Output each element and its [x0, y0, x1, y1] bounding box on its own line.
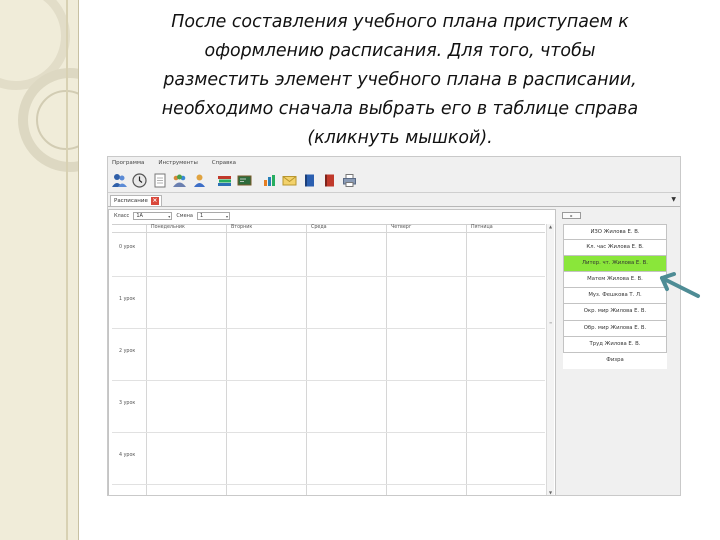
caption-line: необходимо сначала выбрать его в таблице…: [161, 99, 639, 119]
close-icon[interactable]: ×: [150, 197, 159, 205]
filter-bar: Класс 1А ▾ Смена 1 ▾: [109, 210, 555, 222]
caption-line: (кликнуть мышкой).: [307, 128, 493, 148]
app-window: Программа Инструменты Справка Расписание…: [107, 156, 681, 496]
clock-icon[interactable]: [131, 172, 148, 189]
books-icon[interactable]: [216, 172, 233, 189]
class-label: Класс: [114, 213, 130, 219]
chart-icon[interactable]: [261, 172, 278, 189]
row-divider: [112, 432, 545, 433]
column-divider: [386, 225, 387, 495]
day-header: Среда: [311, 225, 327, 230]
list-item[interactable]: Обр. мир Жилова Е. В.: [563, 320, 667, 337]
menu-tools[interactable]: Инструменты: [158, 160, 197, 166]
scroll-down-icon[interactable]: ▼: [547, 490, 554, 495]
person-icon[interactable]: [191, 172, 208, 189]
day-header: Четверг: [391, 225, 412, 230]
slide-caption: После составления учебного плана приступ…: [120, 8, 680, 153]
list-item[interactable]: Кл. час Жилова Е. В.: [563, 240, 667, 257]
menu-bar: Программа Инструменты Справка: [108, 157, 680, 169]
list-item[interactable]: Матем Жилова Е. В.: [563, 272, 667, 289]
chevron-down-icon[interactable]: ▼: [671, 196, 676, 203]
column-divider: [146, 225, 147, 495]
caption-line: После составления учебного плана приступ…: [171, 12, 629, 32]
menu-help[interactable]: Справка: [212, 160, 236, 166]
lesson-label: 0 урок: [119, 245, 136, 250]
row-divider: [112, 380, 545, 381]
day-header: Понедельник: [151, 225, 185, 230]
row-divider: [112, 328, 545, 329]
blue-book-icon[interactable]: [301, 172, 318, 189]
lesson-label: 4 урок: [119, 453, 136, 458]
menu-program[interactable]: Программа: [112, 160, 144, 166]
row-divider: [112, 484, 545, 485]
list-item-selected[interactable]: Литер. чт. Жилова Е. В.: [563, 256, 667, 273]
shift-label: Смена: [176, 213, 193, 219]
tab-label: Расписание: [114, 198, 148, 204]
document-icon[interactable]: [151, 172, 168, 189]
list-item[interactable]: Муз. Фешкова Т. Л.: [563, 288, 667, 305]
list-item[interactable]: Труд Жилова Е. В.: [563, 336, 667, 353]
users-icon[interactable]: [111, 172, 128, 189]
list-item[interactable]: Окр. мир Жилова Е. В.: [563, 304, 667, 321]
header-divider: [112, 232, 545, 233]
lesson-label: 2 урок: [119, 349, 136, 354]
column-divider: [466, 225, 467, 495]
chalkboard-icon[interactable]: [236, 172, 253, 189]
pointer-arrow-icon: [660, 272, 700, 298]
curriculum-panel: ▸ ИЗО Жилова Е. В. Кл. час Жилова Е. В. …: [559, 209, 680, 495]
curriculum-list: ИЗО Жилова Е. В. Кл. час Жилова Е. В. Ли…: [563, 224, 667, 369]
chevron-down-icon: ▾: [225, 214, 228, 219]
envelope-icon[interactable]: [281, 172, 298, 189]
tab-strip: Расписание ×: [108, 194, 680, 207]
red-book-icon[interactable]: [321, 172, 338, 189]
lesson-label: 3 урок: [119, 401, 136, 406]
schedule-grid[interactable]: Понедельник Вторник Среда Четверг Пятниц…: [112, 224, 545, 495]
decorative-side-band: [0, 0, 79, 540]
panel-toggle-button[interactable]: ▸: [562, 212, 581, 219]
day-header: Пятница: [471, 225, 493, 230]
chevron-down-icon: ▾: [168, 214, 171, 219]
column-divider: [226, 225, 227, 495]
list-item[interactable]: Физра: [563, 352, 667, 369]
scroll-grip-icon: ≡: [549, 320, 553, 325]
caption-line: разместить элемент учебного плана в расп…: [163, 70, 637, 90]
row-divider: [112, 276, 545, 277]
list-item[interactable]: ИЗО Жилова Е. В.: [563, 224, 667, 241]
column-divider: [306, 225, 307, 495]
toolbar: [108, 169, 680, 193]
tab-schedule[interactable]: Расписание ×: [110, 195, 162, 206]
schedule-panel: Класс 1А ▾ Смена 1 ▾ Понедельник Вторник С…: [108, 209, 556, 495]
printer-icon[interactable]: [341, 172, 358, 189]
shift-select[interactable]: 1 ▾: [197, 212, 230, 220]
class-select[interactable]: 1А ▾: [133, 212, 173, 220]
scroll-up-icon[interactable]: ▲: [547, 224, 554, 230]
caption-line: оформлению расписания. Для того, чтобы: [204, 41, 596, 61]
vertical-scrollbar[interactable]: ▲ ≡ ▼: [546, 224, 554, 495]
lesson-label: 1 урок: [119, 297, 136, 302]
decorative-stripe: [66, 0, 68, 540]
group-icon[interactable]: [171, 172, 188, 189]
day-header: Вторник: [231, 225, 253, 230]
